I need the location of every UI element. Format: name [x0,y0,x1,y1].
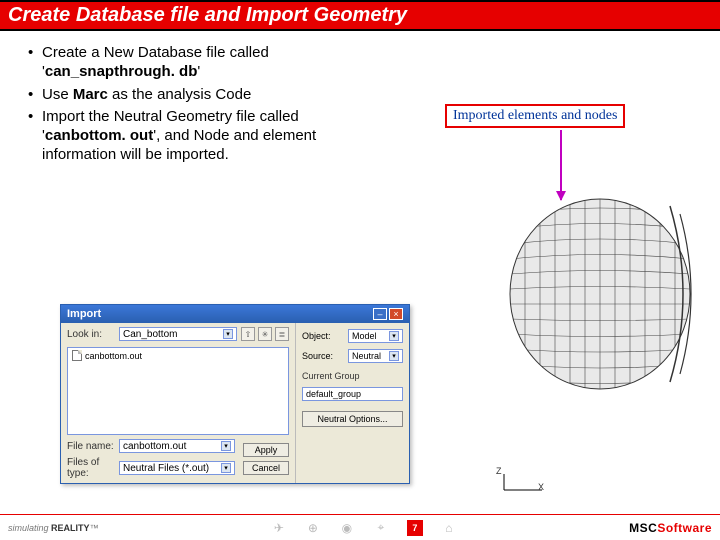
bullet-item: Create a New Database file called 'can_s… [28,44,380,82]
group-label: Current Group [302,371,403,381]
footer-brand: MSCSoftware [629,521,712,535]
filetype-label: Files of type: [67,457,115,479]
neutral-options-button[interactable]: Neutral Options... [302,411,403,427]
minimize-button[interactable]: – [373,308,387,320]
filename-label: File name: [67,441,115,452]
axis-z: Z [496,466,502,476]
object-value: Model [352,331,377,341]
chevron-down-icon[interactable]: ▾ [389,331,399,341]
slide-title: Create Database file and Import Geometry [8,4,712,27]
group-field[interactable]: default_group [302,387,403,401]
lookin-value: Can_bottom [123,329,177,340]
brand-red: Software [657,521,712,535]
lookin-combo[interactable]: Can_bottom ▾ [119,327,237,341]
page-number: 7 [407,520,423,536]
slide-title-bar: Create Database file and Import Geometry [0,0,720,31]
glyph-icon: ⊕ [305,520,321,536]
file-list[interactable]: canbottom.out [67,347,289,435]
bullet-list: Create a New Database file called 'can_s… [0,34,380,165]
bullet-text: ' [197,63,200,80]
lookin-label: Look in: [67,329,115,340]
bullet-item: Use Marc as the analysis Code [28,86,380,105]
bullet-bold: Marc [73,86,108,103]
chevron-down-icon[interactable]: ▾ [221,463,231,473]
source-value: Neutral [352,351,381,361]
axis-indicator: Z X [498,472,548,499]
filename-value: canbottom.out [123,441,186,452]
slide-content: Create a New Database file called 'can_s… [0,34,720,514]
file-item[interactable]: canbottom.out [72,350,284,361]
new-folder-icon[interactable]: ✳ [258,327,272,341]
bullet-text: as the analysis Code [108,86,251,103]
glyph-icon: ✈ [271,520,287,536]
view-menu-icon[interactable]: ≣ [275,327,289,341]
bullet-bold: canbottom. out [45,127,153,144]
glyph-icon: ⌂ [441,520,457,536]
callout-label: Imported elements and nodes [445,104,625,128]
apply-button[interactable]: Apply [243,443,289,457]
glyph-icon: ◉ [339,520,355,536]
bullet-bold: can_snapthrough. db [45,63,198,80]
chevron-down-icon[interactable]: ▾ [221,441,231,451]
source-select[interactable]: Neutral ▾ [348,349,403,363]
dialog-titlebar: Import – × [61,305,409,323]
chevron-down-icon[interactable]: ▾ [389,351,399,361]
slide-footer: simulating REALITY™ ✈ ⊕ ◉ ⌖ 7 ⌂ MSCSoftw… [0,514,720,540]
filetype-value: Neutral Files (*.out) [123,463,209,474]
object-label: Object: [302,331,344,341]
chevron-down-icon[interactable]: ▾ [223,329,233,339]
tag-bold: REALITY [51,523,90,533]
filename-input[interactable]: canbottom.out ▾ [119,439,235,453]
tag-tm: ™ [90,523,99,533]
footer-tagline: simulating REALITY™ [8,523,99,533]
footer-glyph-row: ✈ ⊕ ◉ ⌖ 7 ⌂ [99,520,630,536]
bullet-item: Import the Neutral Geometry file called … [28,108,380,164]
brand-pre: MSC [629,521,657,535]
cancel-button[interactable]: Cancel [243,461,289,475]
glyph-icon: ⌖ [373,520,389,536]
file-icon [72,350,82,361]
source-label: Source: [302,351,344,361]
up-folder-icon[interactable]: ⇧ [241,327,255,341]
mesh-graphic [470,194,700,394]
bullet-text: Use [42,86,73,103]
group-value: default_group [306,389,361,399]
tag-italic: simulating [8,523,49,533]
import-dialog: Import – × Look in: Can_bottom ▾ ⇧ ✳ ≣ [60,304,410,484]
file-name: canbottom.out [85,351,142,361]
close-button[interactable]: × [389,308,403,320]
callout-arrow [560,130,562,200]
dialog-title: Import [67,305,371,323]
object-select[interactable]: Model ▾ [348,329,403,343]
axis-x: X [538,482,544,492]
filetype-combo[interactable]: Neutral Files (*.out) ▾ [119,461,235,475]
